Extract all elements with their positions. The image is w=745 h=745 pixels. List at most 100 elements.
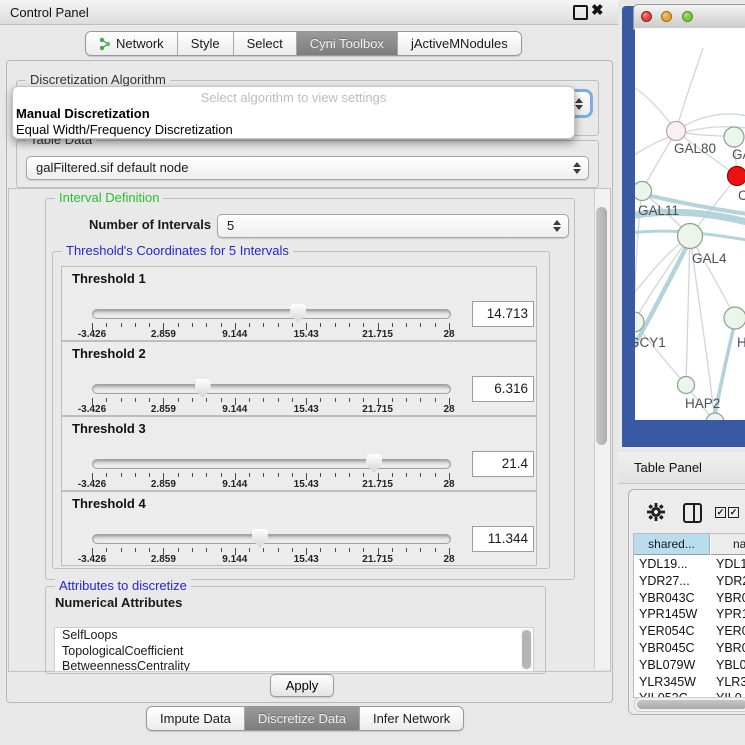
network-node[interactable] <box>678 224 703 249</box>
tick-mark <box>249 323 250 327</box>
bottom-tab-impute-data-label: Impute Data <box>160 707 231 730</box>
threshold-slider-thumb[interactable] <box>195 379 211 398</box>
tick-mark <box>221 548 222 552</box>
threshold-value-field[interactable]: 14.713 <box>472 301 534 327</box>
minimize-traffic-light[interactable] <box>661 11 672 22</box>
threshold-slider-track[interactable] <box>92 384 451 394</box>
tick-mark <box>406 323 407 327</box>
attribute-item-betweennesscentrality[interactable]: BetweennessCentrality <box>55 659 533 672</box>
tick-mark <box>121 323 122 327</box>
tick-mark <box>435 548 436 552</box>
network-edge[interactable] <box>635 236 690 322</box>
table-row[interactable]: YDL19...YDL1 <box>634 556 745 573</box>
table-hscrollbar-thumb[interactable] <box>637 700 745 709</box>
threshold-slider-track[interactable] <box>92 309 451 319</box>
threshold-slider-thumb[interactable] <box>366 454 382 473</box>
tick-mark <box>335 323 336 327</box>
bottom-tab-infer-network[interactable]: Infer Network <box>359 707 463 730</box>
tab-network[interactable]: Network <box>86 32 177 55</box>
bottom-tab-discretize-data[interactable]: Discretize Data <box>244 707 359 730</box>
tick-mark <box>335 473 336 477</box>
network-canvas[interactable]: GAL80GACGAL11GAL4GCY1HHAP2 <box>635 28 745 420</box>
network-edge[interactable] <box>686 236 690 385</box>
columns-icon[interactable] <box>683 503 702 523</box>
tick-mark <box>406 398 407 402</box>
threshold-value-field[interactable]: 6.316 <box>472 376 534 402</box>
table-row[interactable]: YBL079WYBL0 <box>634 657 745 674</box>
cell-shared-name: YLR345W <box>639 674 696 690</box>
tick-mark <box>206 548 207 552</box>
tab-select-label: Select <box>247 32 283 55</box>
tab-style[interactable]: Style <box>177 32 233 55</box>
table-row[interactable]: YER054CYER0 <box>634 623 745 640</box>
tick-label: 2.859 <box>151 479 176 490</box>
slider-tick-labels: -3.4262.8599.14415.4321.71528 <box>92 329 449 341</box>
numerical-attributes-list: SelfLoopsTopologicalCoefficientBetweenne… <box>54 627 534 672</box>
tab-jactivemnodules[interactable]: jActiveMNodules <box>397 32 521 55</box>
tick-mark <box>349 398 350 402</box>
checkbox-icon[interactable]: ✓ <box>728 507 739 518</box>
numerical-attributes-label: Numerical Attributes <box>55 595 182 610</box>
apply-button[interactable]: Apply <box>270 674 334 697</box>
control-panel-titlebar <box>0 0 618 25</box>
network-node[interactable] <box>724 127 744 147</box>
float-window-icon[interactable] <box>573 5 588 20</box>
threshold-value-field[interactable]: 11.344 <box>472 526 534 552</box>
checkbox-icon[interactable]: ✓ <box>715 507 726 518</box>
network-thick-edge[interactable] <box>635 240 690 348</box>
algorithm-option-equal-width-frequency-discretization[interactable]: Equal Width/Frequency Discretization <box>16 122 233 138</box>
zoom-traffic-light[interactable] <box>682 11 693 22</box>
network-edge[interactable] <box>690 236 735 318</box>
close-icon[interactable]: ✖ <box>591 1 604 19</box>
threshold-slider-thumb[interactable] <box>290 304 306 323</box>
tick-mark <box>420 323 421 327</box>
close-traffic-light[interactable] <box>641 11 652 22</box>
cell-name: YBR0 <box>716 640 745 656</box>
tick-label: 15.43 <box>294 554 319 565</box>
network-node[interactable] <box>728 167 745 186</box>
tick-mark <box>249 548 250 552</box>
algorithm-dropdown-popup: Select algorithm to view settings Manual… <box>12 86 575 139</box>
tick-label: 2.859 <box>151 404 176 415</box>
table-row[interactable]: YLR345WYLR3 <box>634 674 745 691</box>
tick-label: 2.859 <box>151 329 176 340</box>
table-row[interactable]: YPR145WYPR1 <box>634 606 745 623</box>
table-row[interactable]: YBR045CYBR0 <box>634 640 745 657</box>
threshold-slider-track[interactable] <box>92 459 451 469</box>
threshold-slider-track[interactable] <box>92 534 451 544</box>
column-header-shared[interactable]: shared... <box>634 534 710 555</box>
threshold-label: Threshold 1 <box>72 271 146 286</box>
attribute-item-topologicalcoefficient[interactable]: TopologicalCoefficient <box>55 644 533 660</box>
threshold-slider-thumb[interactable] <box>252 529 268 548</box>
tab-select[interactable]: Select <box>233 32 296 55</box>
tick-label: -3.426 <box>78 479 106 490</box>
num-intervals-combobox[interactable]: 5 <box>217 214 569 238</box>
table-data-combobox[interactable]: galFiltered.sif default node <box>26 156 589 180</box>
attributes-group: Attributes to discretize Numerical Attri… <box>45 586 546 674</box>
attribute-item-selfloops[interactable]: SelfLoops <box>55 628 533 644</box>
tick-mark <box>263 398 264 402</box>
threshold-value-field[interactable]: 21.4 <box>472 451 534 477</box>
bottom-tab-impute-data[interactable]: Impute Data <box>147 707 244 730</box>
tick-mark <box>206 323 207 327</box>
network-node[interactable] <box>724 307 745 329</box>
tick-mark <box>249 473 250 477</box>
tab-cyni-toolbox[interactable]: Cyni Toolbox <box>296 32 397 55</box>
tick-label: 21.715 <box>362 329 393 340</box>
tick-mark <box>135 548 136 552</box>
settings-scrollbar-thumb[interactable] <box>596 207 607 445</box>
tick-mark <box>192 473 193 477</box>
gear-icon[interactable] <box>647 503 665 521</box>
attributes-scrollbar-thumb[interactable] <box>522 630 531 669</box>
network-node[interactable] <box>667 122 686 141</box>
table-row[interactable]: YBR043CYBR0 <box>634 590 745 607</box>
network-node[interactable] <box>678 377 695 394</box>
tick-mark <box>106 548 107 552</box>
algorithm-option-manual-discretization[interactable]: Manual Discretization <box>16 106 150 122</box>
tick-mark <box>263 548 264 552</box>
network-node[interactable] <box>635 182 652 201</box>
network-edge[interactable] <box>642 131 676 191</box>
table-row[interactable]: YDR27...YDR2 <box>634 573 745 590</box>
tick-mark <box>263 473 264 477</box>
column-header-name[interactable]: na <box>711 534 745 555</box>
